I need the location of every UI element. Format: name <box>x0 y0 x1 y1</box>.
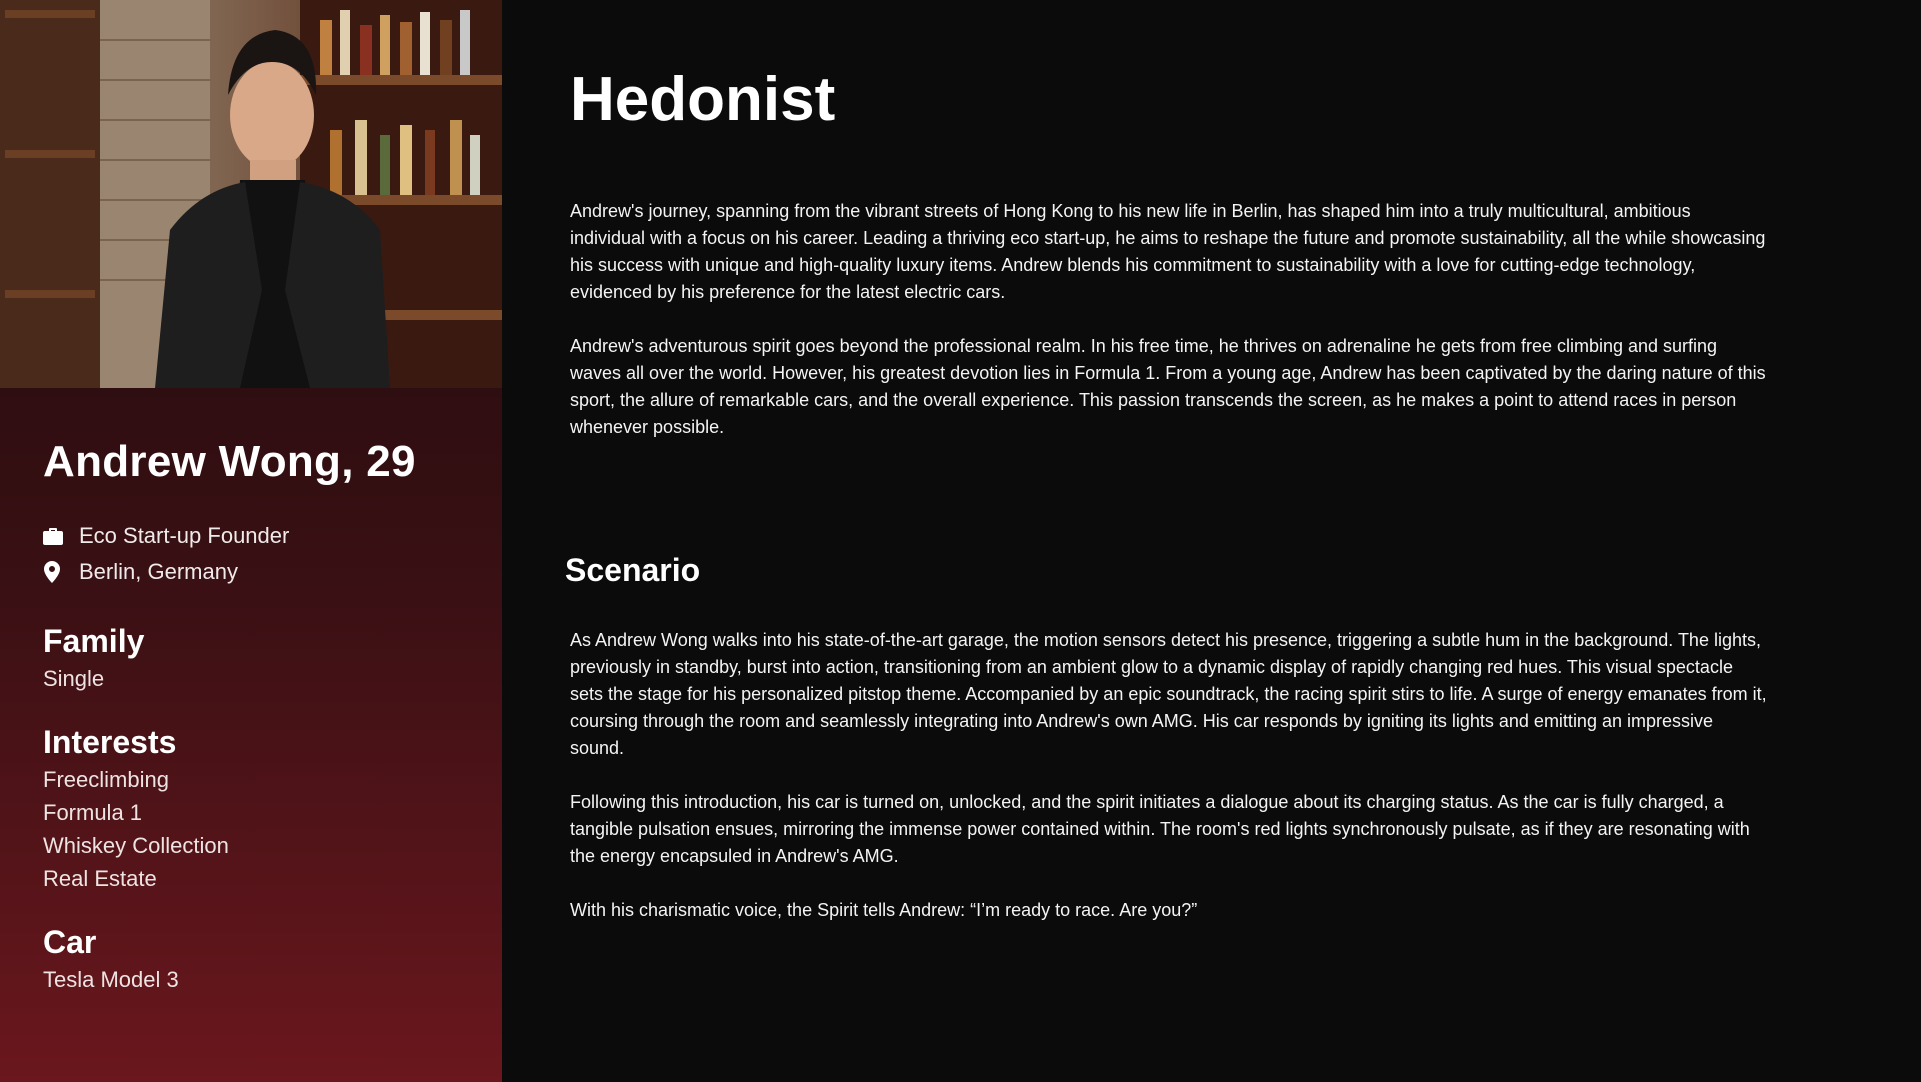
car-title: Car <box>43 924 97 960</box>
occupation-row: Eco Start-up Founder <box>43 518 483 554</box>
map-pin-icon <box>43 560 79 584</box>
family-section: Family Single <box>43 620 483 695</box>
scenario-title: Scenario <box>565 552 701 588</box>
occupation-text: Eco Start-up Founder <box>79 523 290 548</box>
title-block: Hedonist <box>570 60 1770 140</box>
interest-item: Freeclimbing <box>43 767 169 792</box>
family-title: Family <box>43 623 145 659</box>
interests-list: Freeclimbing Formula 1 Whiskey Collectio… <box>43 763 483 895</box>
interests-title: Interests <box>43 724 177 760</box>
car-section: Car Tesla Model 3 <box>43 921 483 996</box>
family-value: Single <box>43 666 105 691</box>
profile-details: Andrew Wong, 29 Eco Start-up Founder Ber… <box>43 432 483 996</box>
location-row: Berlin, Germany <box>43 554 483 590</box>
interest-item: Formula 1 <box>43 800 143 825</box>
persona-page: Andrew Wong, 29 Eco Start-up Founder Ber… <box>0 0 1921 1082</box>
profile-photo <box>0 0 502 388</box>
persona-name: Andrew Wong, 29 <box>43 437 416 486</box>
interest-item: Whiskey Collection <box>43 833 229 858</box>
profile-sidebar: Andrew Wong, 29 Eco Start-up Founder Ber… <box>0 0 502 1082</box>
description-paragraph: Andrew's journey, spanning from the vibr… <box>570 201 1766 302</box>
interest-item: Real Estate <box>43 866 157 891</box>
car-value: Tesla Model 3 <box>43 967 179 992</box>
scenario-paragraph: Following this introduction, his car is … <box>570 792 1750 866</box>
briefcase-icon <box>43 524 79 548</box>
interests-section: Interests Freeclimbing Formula 1 Whiskey… <box>43 721 483 895</box>
scenario-paragraph: As Andrew Wong walks into his state-of-t… <box>570 630 1767 758</box>
scenario-paragraph: With his charismatic voice, the Spirit t… <box>570 900 1198 920</box>
description-paragraph: Andrew's adventurous spirit goes beyond … <box>570 336 1766 437</box>
scenario-text: As Andrew Wong walks into his state-of-t… <box>570 627 1770 924</box>
persona-description: Andrew's journey, spanning from the vibr… <box>570 198 1770 441</box>
location-text: Berlin, Germany <box>79 559 238 584</box>
persona-title: Hedonist <box>570 65 836 134</box>
